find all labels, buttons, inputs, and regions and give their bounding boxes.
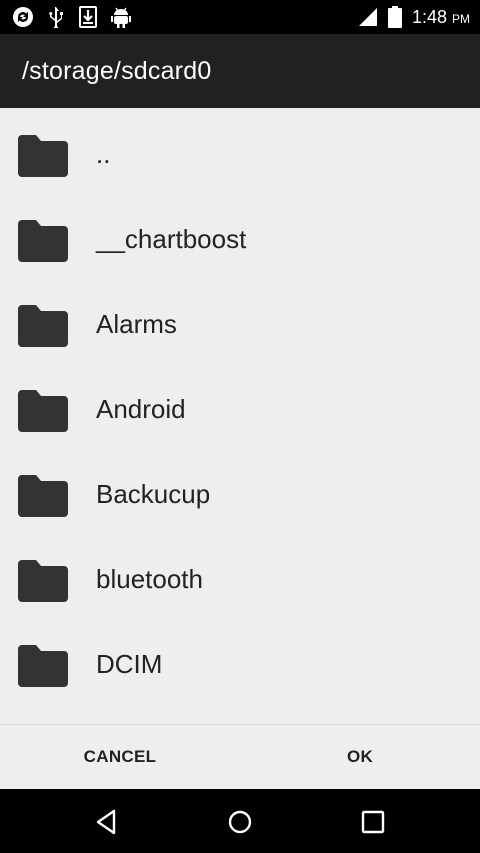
signal-icon	[358, 8, 377, 26]
home-icon[interactable]	[227, 809, 253, 835]
folder-icon	[18, 219, 68, 262]
sync-icon	[13, 7, 33, 27]
folder-row[interactable]: __chartboost	[0, 197, 480, 282]
download-icon	[79, 6, 97, 28]
folder-icon	[18, 474, 68, 517]
folder-icon	[18, 134, 68, 177]
folder-row[interactable]: DCIM	[0, 622, 480, 707]
folder-list: .. __chartboost Alarms Android Backucup …	[0, 108, 480, 724]
folder-name: Alarms	[96, 309, 177, 339]
folder-icon	[18, 644, 68, 687]
dialog-button-bar: CANCEL OK	[0, 725, 480, 789]
status-bar: 1:48 PM	[0, 0, 480, 34]
folder-icon	[18, 304, 68, 347]
battery-icon	[387, 6, 402, 28]
navigation-bar	[0, 789, 480, 853]
recents-icon[interactable]	[360, 809, 386, 835]
folder-name: ..	[96, 139, 111, 169]
folder-row[interactable]: Backucup	[0, 452, 480, 537]
android-debug-icon	[111, 7, 131, 28]
ok-button[interactable]: OK	[240, 725, 480, 789]
clock: 1:48 PM	[411, 6, 470, 27]
folder-row[interactable]: bluetooth	[0, 537, 480, 622]
title-bar: /storage/sdcard0	[0, 34, 480, 108]
current-path-title: /storage/sdcard0	[22, 56, 212, 85]
folder-name: __chartboost	[96, 224, 247, 254]
cancel-button[interactable]: CANCEL	[0, 725, 240, 789]
status-right: 1:48 PM	[358, 0, 470, 34]
folder-name: bluetooth	[96, 564, 203, 594]
folder-icon	[18, 559, 68, 602]
folder-name: Android	[96, 394, 186, 424]
back-icon[interactable]	[94, 809, 120, 835]
folder-row[interactable]: Alarms	[0, 282, 480, 367]
folder-name: DCIM	[96, 649, 163, 679]
usb-icon	[49, 7, 63, 28]
folder-name: Backucup	[96, 479, 211, 509]
folder-row[interactable]: ..	[0, 112, 480, 197]
folder-icon	[18, 389, 68, 432]
folder-row[interactable]: Android	[0, 367, 480, 452]
